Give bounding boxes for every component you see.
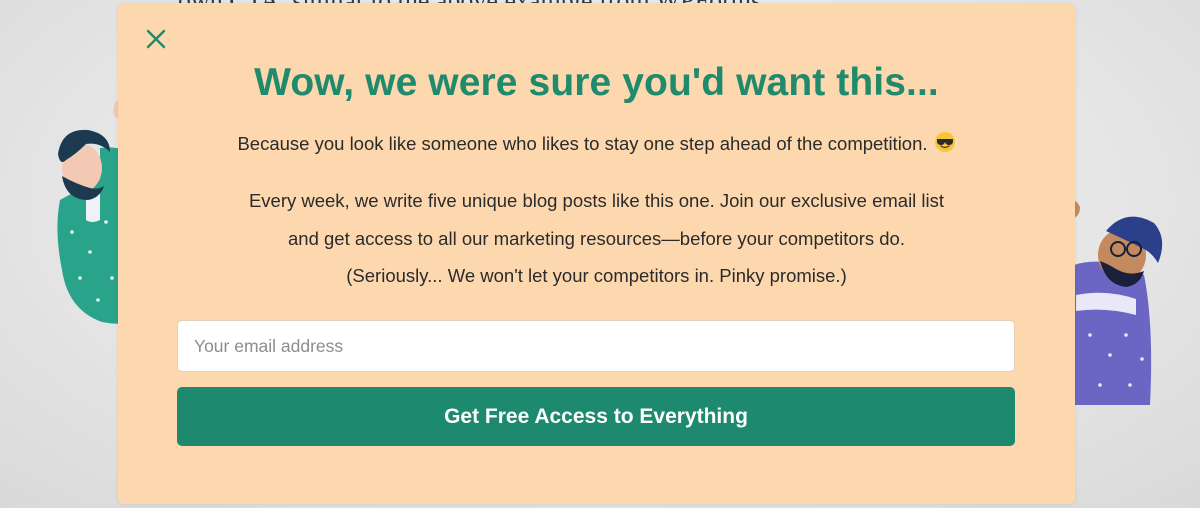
body-line-2: and get access to all our marketing reso… [288, 227, 905, 249]
body-line-3: (Seriously... We won't let your competit… [346, 265, 847, 286]
modal-title: Wow, we were sure you'd want this... [254, 61, 939, 104]
body-line-1: Every week, we write five unique blog po… [248, 190, 945, 211]
email-input[interactable] [177, 320, 1015, 372]
get-free-access-button[interactable]: Get Free Access to Everything [177, 387, 1015, 446]
close-x-icon [146, 29, 166, 49]
sunglasses-emoji [934, 132, 955, 152]
subtitle-text: Because you look like someone who likes … [237, 133, 928, 154]
close-button[interactable] [142, 25, 170, 53]
email-optin-modal: Wow, we were sure you'd want this... Bec… [118, 3, 1075, 504]
modal-subtitle: Because you look like someone who likes … [118, 131, 1075, 155]
modal-body-text: Every week, we write five unique blog po… [158, 182, 1035, 295]
